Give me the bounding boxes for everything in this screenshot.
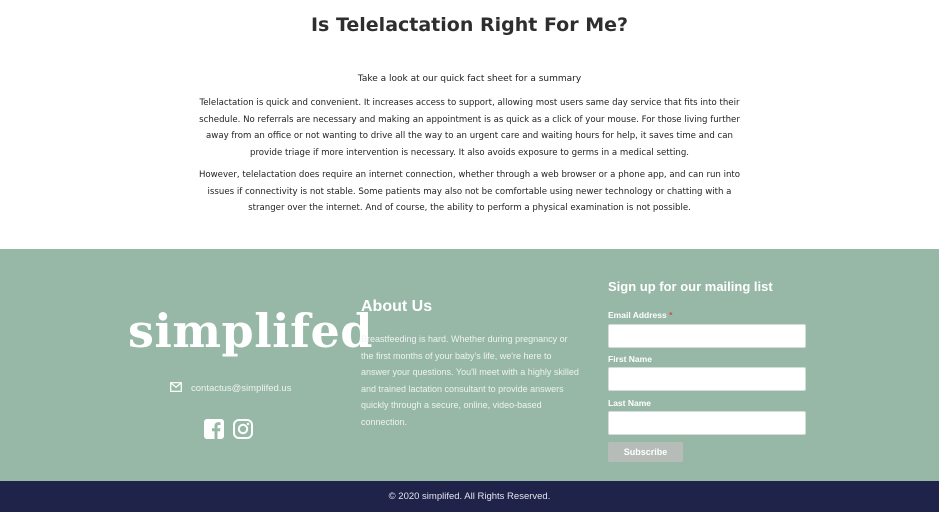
email-label: Email Address * (608, 310, 672, 320)
content-section: Is Telelactation Right For Me? Take a lo… (0, 0, 939, 249)
last-name-field[interactable] (608, 411, 806, 435)
mailing-list-title: Sign up for our mailing list (608, 279, 773, 294)
intro-text: Take a look at our quick fact sheet for … (357, 74, 582, 84)
first-name-field[interactable] (608, 367, 806, 391)
paragraph-cons: However, telelactation does require an i… (198, 170, 741, 213)
paragraph-pros: Telelactation is quick and convenient. I… (199, 98, 740, 158)
copyright-text: © 2020 simplifed. All Rights Reserved. (388, 491, 551, 502)
contact-email: contactus@simplifed.us (191, 382, 292, 394)
section-title: Is Telelactation Right For Me? (310, 14, 629, 36)
footer: simplifed contactus@simplifed.us About U… (0, 249, 939, 481)
instagram-icon[interactable] (233, 419, 253, 444)
email-label-text: Email Address (608, 310, 667, 320)
email-field[interactable] (608, 324, 806, 348)
about-text: Breastfeeding is hard. Whether during pr… (361, 334, 579, 427)
copyright-bar: © 2020 simplifed. All Rights Reserved. (0, 481, 939, 512)
envelope-icon (170, 379, 182, 397)
brand-logo[interactable]: simplifed (128, 304, 372, 358)
contact-email-link[interactable]: contactus@simplifed.us (170, 379, 291, 397)
subscribe-button[interactable]: Subscribe (608, 442, 683, 462)
about-title: About Us (361, 298, 433, 315)
last-name-label: Last Name (608, 398, 651, 408)
first-name-label: First Name (608, 354, 652, 364)
required-mark: * (669, 310, 673, 320)
facebook-icon[interactable] (204, 419, 224, 444)
social-links (204, 419, 253, 444)
